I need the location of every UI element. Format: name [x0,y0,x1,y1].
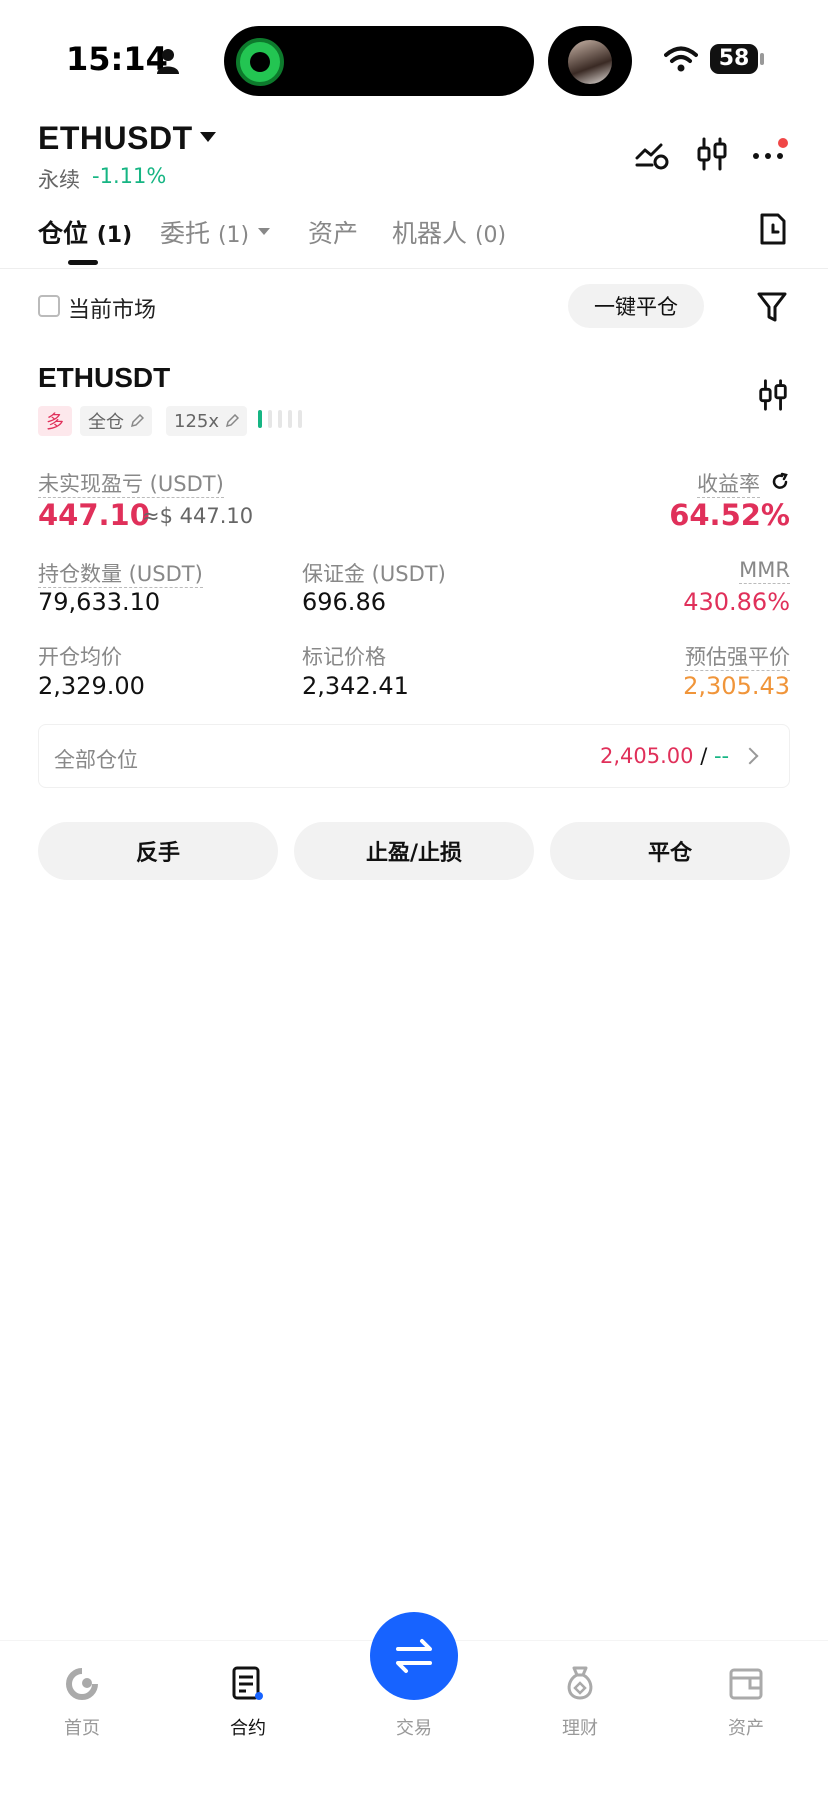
wallet-icon[interactable] [726,1664,766,1704]
notification-dot [778,138,788,148]
mmr-label[interactable]: MMR [739,558,790,584]
home-icon[interactable] [62,1664,102,1704]
person-icon [157,49,179,74]
risk-bar [258,410,262,428]
all-positions-label: 全部仓位 [54,748,138,772]
history-icon[interactable] [758,212,788,246]
risk-bar [268,410,272,428]
all-positions-value: 2,405.00 / -- [600,744,730,768]
nav-earn-label[interactable]: 理财 [540,1714,620,1740]
tpsl-button[interactable]: 止盈/止损 [294,822,534,880]
candlestick-icon[interactable] [694,136,730,172]
price-change: -1.11% [92,164,167,188]
risk-bar [298,410,302,428]
unrealized-pnl-value: 447.10 [38,498,150,532]
size-value: 79,633.10 [38,588,161,616]
swap-icon[interactable] [392,1634,436,1678]
filter-icon[interactable] [756,290,788,324]
tab-orders[interactable]: 委托 (1) [160,214,249,250]
side-badge: 多 [38,406,72,436]
status-time: 15:14 [66,40,168,78]
mmr-value: 430.86% [683,588,790,616]
risk-bar [288,410,292,428]
unrealized-pnl-label[interactable]: 未实现盈亏 (USDT) [38,472,224,498]
current-market-checkbox[interactable] [38,295,60,317]
unrealized-pnl-usd: ≈$ 447.10 [142,504,254,528]
roe-value: 64.52% [669,498,790,532]
close-position-button[interactable]: 平仓 [550,822,790,880]
leverage-risk-bars [258,410,302,428]
contract-type: 永续 [38,168,80,192]
symbol-selector[interactable]: ETHUSDT [38,120,193,157]
tab-positions[interactable]: 仓位 (1) [38,214,132,250]
caret-down-icon[interactable] [258,228,270,235]
position-symbol: ETHUSDT [38,362,171,393]
liq-price-label[interactable]: 预估强平价 [685,645,790,671]
futures-icon[interactable] [228,1664,268,1704]
margin-value: 696.86 [302,588,386,616]
nav-assets-label[interactable]: 资产 [706,1714,786,1740]
earn-icon[interactable] [560,1664,600,1704]
reverse-button[interactable]: 反手 [38,822,278,880]
leverage-badge[interactable]: 125x [166,406,248,436]
risk-bar [278,410,282,428]
trend-alert-icon[interactable] [634,136,670,172]
share-refresh-icon[interactable] [770,472,790,492]
mark-price-label: 标记价格 [302,645,386,669]
avatar [568,40,612,84]
margin-mode-badge[interactable]: 全仓 [80,406,152,436]
active-tab-indicator [68,260,98,265]
mark-price-value: 2,342.41 [302,672,409,700]
size-label[interactable]: 持仓数量 (USDT) [38,562,203,588]
tab-assets[interactable]: 资产 [308,214,358,250]
edit-icon [225,414,240,428]
tab-bots[interactable]: 机器人 (0) [392,214,506,250]
wifi-icon [664,46,698,72]
nav-futures-label[interactable]: 合约 [208,1714,288,1740]
candlestick-icon[interactable] [756,378,790,412]
close-all-button[interactable]: 一键平仓 [568,284,704,328]
battery-indicator: 58 [710,44,758,74]
nav-home-label[interactable]: 首页 [42,1714,122,1740]
edit-icon [130,414,144,428]
caret-down-icon[interactable] [200,132,216,142]
liq-price-value: 2,305.43 [683,672,790,700]
entry-price-label: 开仓均价 [38,645,122,669]
roe-label[interactable]: 收益率 [560,468,760,498]
nav-trade-label[interactable]: 交易 [374,1714,454,1740]
entry-price-value: 2,329.00 [38,672,145,700]
current-market-label[interactable]: 当前市场 [68,292,156,324]
margin-label: 保证金 (USDT) [302,562,446,586]
